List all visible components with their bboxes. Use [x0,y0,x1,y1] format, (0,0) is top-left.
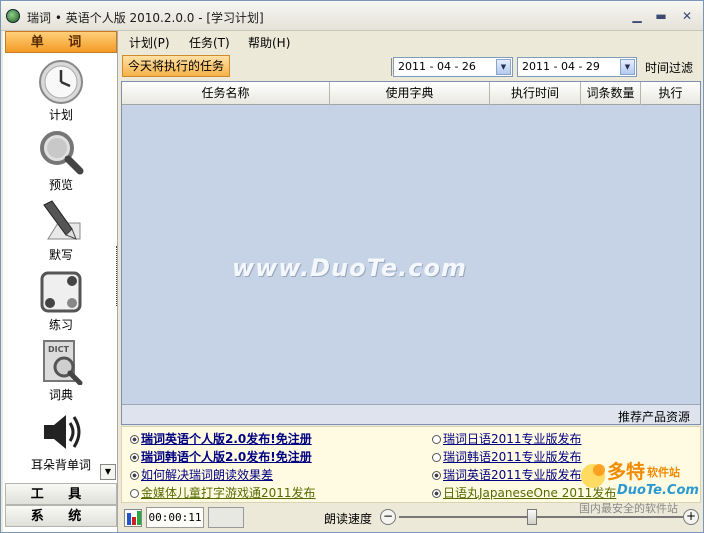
news-link[interactable]: 如何解决瑞词朗读效果差 [130,466,273,483]
menu-plan[interactable]: 计划(P) [129,34,170,51]
column-header-exec-time[interactable]: 执行时间 [490,82,581,105]
sidebar-item-label: 耳朵背单词 [30,458,91,472]
reading-speed-slider[interactable] [399,516,683,518]
sidebar-section-words[interactable]: 单 词 [5,31,117,53]
filter-row: 今天将执行的任务 2011 - 04 - 26 ▼ 2011 - 04 - 29… [121,55,703,79]
menu-help[interactable]: 帮助(H) [248,34,290,51]
sidebar-item-plan[interactable]: 计划 [21,59,101,125]
menu-task[interactable]: 任务(T) [189,34,230,51]
date-to-picker[interactable]: 2011 - 04 - 29 ▼ [517,57,637,77]
dictionary-icon: DICT [43,340,83,385]
svg-text:DICT: DICT [48,345,69,354]
chevron-down-icon[interactable]: ▼ [620,59,635,75]
recommend-label: 推荐产品资源 [617,410,690,424]
sidebar-item-label: 词典 [48,388,73,402]
minimize-button[interactable]: ▁ [629,9,645,23]
speed-decrease-button[interactable]: − [380,509,396,525]
window-title: 瑞词 • 英语个人版 2010.2.0.0 - [学习计划] [27,11,264,25]
reading-speed-label: 朗读速度 [324,512,373,526]
radio-bullet-icon [130,435,139,444]
sidebar-item-label: 计划 [48,108,73,122]
speed-increase-button[interactable]: + [683,509,699,525]
task-table[interactable]: 任务名称 使用字典 执行时间 词条数量 执行 www.DuoTe.com 推荐产… [121,81,701,425]
news-links-panel: 瑞词英语个人版2.0发布!免注册 瑞词韩语个人版2.0发布!免注册 如何解决瑞词… [121,426,701,503]
radio-bullet-icon [130,453,139,462]
sidebar-section-system[interactable]: 系 统 [5,505,117,527]
column-header-word-count[interactable]: 词条数量 [581,82,641,105]
close-button[interactable]: ✕ [679,9,695,23]
date-from-picker[interactable]: 2011 - 04 - 26 ▼ [393,57,513,77]
sidebar: 单 词 计划 预览 默写 练习 DICT 词典 耳朵背单词 ▼ 工 具 系 统 [3,31,118,532]
news-link[interactable]: 瑞词韩语2011专业版发布 [432,448,582,465]
chevron-down-icon[interactable]: ▼ [496,59,511,75]
news-link[interactable]: 金媒体儿童打字游戏通2011发布 [130,484,316,501]
pen-icon [43,200,81,240]
tab-today-tasks[interactable]: 今天将执行的任务 [122,55,230,77]
practice-icon [40,271,82,313]
date-from-value: 2011 - 04 - 26 [398,60,476,73]
sidebar-item-label: 默写 [48,248,73,262]
sidebar-item-ear-words[interactable]: 耳朵背单词 [21,409,101,475]
splitter-handle[interactable] [116,246,120,306]
column-header-execute[interactable]: 执行 [641,82,700,105]
column-header-task-name[interactable]: 任务名称 [122,82,330,105]
app-logo-icon [6,9,20,23]
news-link[interactable]: 瑞词英语2011专业版发布 [432,466,582,483]
divider [391,58,392,76]
sidebar-item-practice[interactable]: 练习 [21,269,101,335]
sidebar-item-dictation[interactable]: 默写 [21,199,101,265]
magnifier-icon [40,131,84,175]
news-link[interactable]: 日语丸JapaneseOne 2011发布 [432,484,616,501]
chart-icon[interactable] [124,509,142,527]
radio-bullet-icon [432,453,441,462]
slider-thumb[interactable] [527,509,538,525]
radio-bullet-icon [130,471,139,480]
sidebar-scroll-down-button[interactable]: ▼ [100,464,116,480]
news-link[interactable]: 瑞词英语个人版2.0发布!免注册 [130,430,312,447]
watermark-text: www.DuoTe.com [232,254,467,282]
recommend-bar: 推荐产品资源 [122,404,700,424]
sidebar-section-tools[interactable]: 工 具 [5,483,117,505]
radio-bullet-icon [432,489,441,498]
title-bar[interactable]: 瑞词 • 英语个人版 2010.2.0.0 - [学习计划] ▁ ▬ ✕ [1,1,703,31]
app-window: 瑞词 • 英语个人版 2010.2.0.0 - [学习计划] ▁ ▬ ✕ 单 词… [0,0,704,533]
sidebar-item-label: 练习 [48,318,73,332]
sidebar-item-dictionary[interactable]: DICT 词典 [21,339,101,405]
speaker-icon [44,415,81,449]
maximize-button[interactable]: ▬ [653,9,669,23]
elapsed-timer: 00:00:11 [146,507,204,528]
clock-icon [39,60,83,104]
status-bar: 00:00:11 朗读速度 − + [121,504,701,532]
table-header: 任务名称 使用字典 执行时间 词条数量 执行 [122,82,700,105]
sidebar-item-label: 预览 [48,178,73,192]
radio-bullet-icon [432,471,441,480]
sidebar-item-preview[interactable]: 预览 [21,129,101,195]
news-link[interactable]: 瑞词日语2011专业版发布 [432,430,582,447]
date-to-value: 2011 - 04 - 29 [522,60,600,73]
status-field [208,507,244,528]
column-header-dictionary[interactable]: 使用字典 [330,82,490,105]
menu-bar: 计划(P) 任务(T) 帮助(H) [121,31,703,53]
news-link[interactable]: 瑞词韩语个人版2.0发布!免注册 [130,448,312,465]
time-filter-button[interactable]: 时间过滤 [645,59,693,76]
radio-bullet-icon [130,489,139,498]
radio-bullet-icon [432,435,441,444]
